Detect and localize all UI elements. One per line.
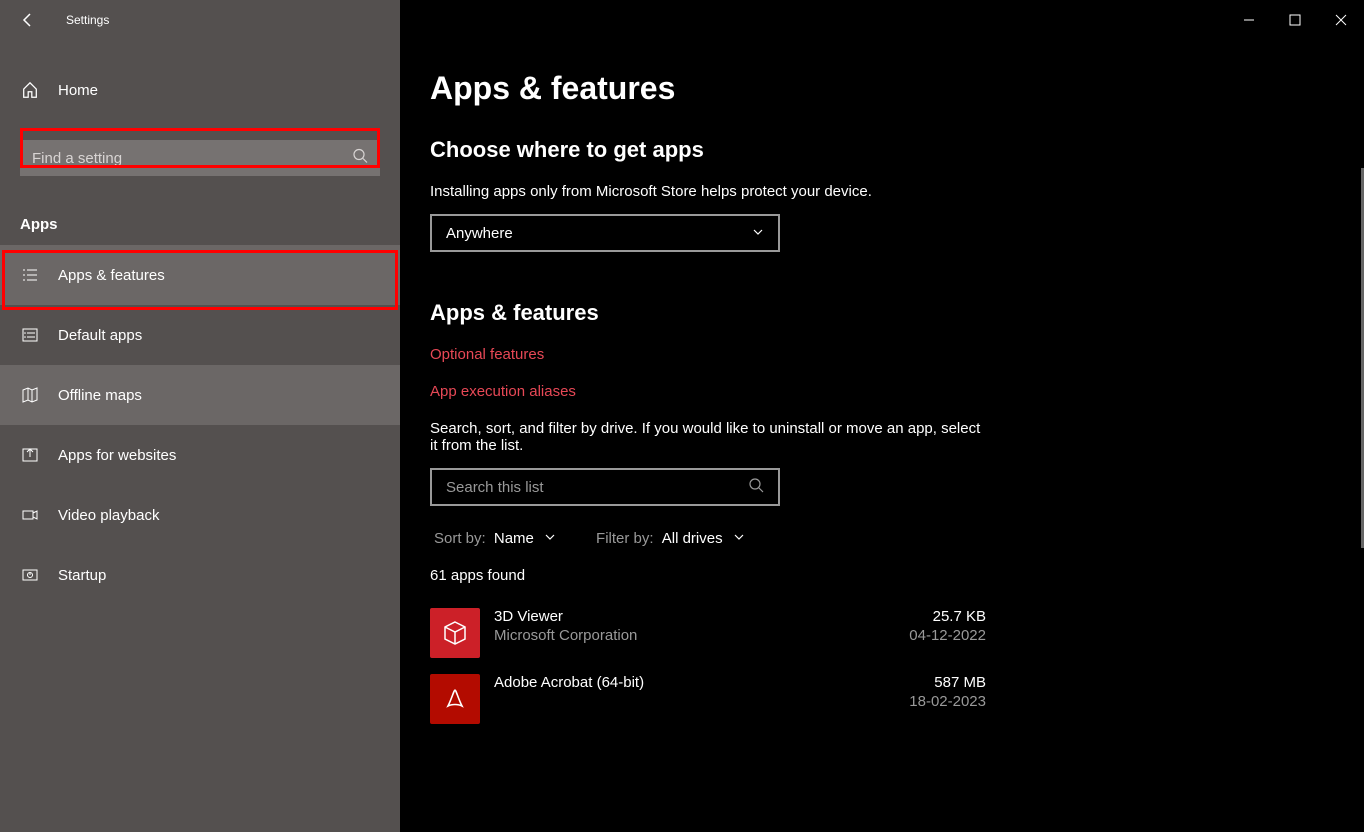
websites-icon — [20, 446, 40, 464]
filter-by-label: Filter by: — [596, 530, 654, 547]
back-button[interactable] — [20, 12, 36, 28]
sidebar-item-apps-features[interactable]: Apps & features — [0, 245, 400, 305]
app-name: 3D Viewer — [494, 608, 870, 625]
home-label: Home — [58, 82, 98, 99]
sort-by-value[interactable]: Name — [494, 530, 556, 547]
home-icon — [20, 81, 40, 99]
sidebar-item-label: Apps for websites — [58, 447, 176, 464]
app-publisher: Microsoft Corporation — [494, 627, 870, 644]
filter-by-value[interactable]: All drives — [662, 530, 745, 547]
sidebar-section-label: Apps — [0, 196, 400, 245]
app-row-adobe-acrobat[interactable]: Adobe Acrobat (64-bit) 587 MB 18-02-2023 — [430, 666, 990, 732]
close-button[interactable] — [1318, 0, 1364, 40]
chevron-down-icon — [752, 225, 764, 242]
sidebar-item-label: Video playback — [58, 507, 159, 524]
sidebar-item-offline-maps[interactable]: Offline maps — [0, 365, 400, 425]
search-icon — [748, 477, 764, 498]
app-name: Adobe Acrobat (64-bit) — [494, 674, 870, 691]
app-icon-acrobat — [430, 674, 480, 724]
sidebar-item-label: Startup — [58, 567, 106, 584]
sidebar-item-label: Offline maps — [58, 387, 142, 404]
sidebar-item-video-playback[interactable]: Video playback — [0, 485, 400, 545]
apps-list-desc: Search, sort, and filter by drive. If yo… — [430, 420, 990, 454]
window-title: Settings — [66, 13, 109, 27]
sidebar-item-label: Default apps — [58, 327, 142, 344]
app-date: 04-12-2022 — [870, 627, 986, 644]
minimize-button[interactable] — [1226, 0, 1272, 40]
search-icon — [352, 148, 368, 169]
startup-icon — [20, 566, 40, 584]
defaults-icon — [20, 326, 40, 344]
video-icon — [20, 506, 40, 524]
dropdown-value: Anywhere — [446, 225, 513, 242]
page-heading: Apps & features — [430, 70, 1334, 107]
app-execution-aliases-link[interactable]: App execution aliases — [430, 383, 1334, 400]
home-nav[interactable]: Home — [0, 60, 400, 120]
maximize-button[interactable] — [1272, 0, 1318, 40]
list-icon — [20, 266, 40, 284]
apps-count: 61 apps found — [430, 567, 1334, 584]
choose-apps-desc: Installing apps only from Microsoft Stor… — [430, 183, 1334, 200]
map-icon — [20, 386, 40, 404]
choose-apps-heading: Choose where to get apps — [430, 137, 1334, 163]
sidebar-item-default-apps[interactable]: Default apps — [0, 305, 400, 365]
settings-search-input[interactable] — [20, 140, 380, 176]
sidebar-item-startup[interactable]: Startup — [0, 545, 400, 605]
app-icon-3d-viewer — [430, 608, 480, 658]
app-source-dropdown[interactable]: Anywhere — [430, 214, 780, 252]
app-date: 18-02-2023 — [870, 693, 986, 710]
sidebar-item-apps-for-websites[interactable]: Apps for websites — [0, 425, 400, 485]
app-row-3d-viewer[interactable]: 3D Viewer Microsoft Corporation 25.7 KB … — [430, 600, 990, 666]
app-list-search[interactable] — [430, 468, 780, 506]
app-size: 587 MB — [870, 674, 986, 691]
sort-by-label: Sort by: — [434, 530, 486, 547]
sidebar-item-label: Apps & features — [58, 267, 165, 284]
optional-features-link[interactable]: Optional features — [430, 346, 1334, 363]
app-list-search-input[interactable] — [446, 479, 748, 496]
apps-features-subheading: Apps & features — [430, 300, 1334, 326]
app-size: 25.7 KB — [870, 608, 986, 625]
